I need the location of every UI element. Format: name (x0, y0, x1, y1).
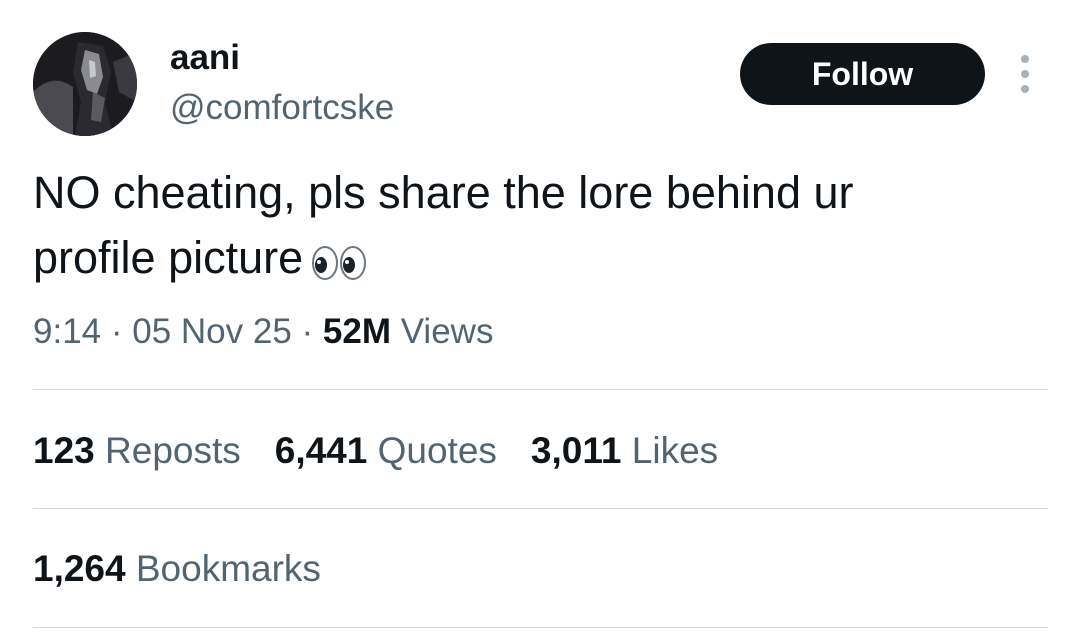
bookmarks-count: 1,264 (33, 548, 126, 589)
tweet-time[interactable]: 9:14 (33, 312, 101, 351)
bookmarks-stat[interactable]: 1,264 Bookmarks (33, 546, 321, 592)
quotes-label: Quotes (377, 430, 497, 471)
divider (33, 389, 1048, 390)
divider (33, 508, 1048, 509)
engagement-stats: 123 Reposts 6,441 Quotes 3,011 Likes (33, 428, 752, 474)
author-handle[interactable]: @comfortcske (170, 86, 394, 130)
views-count: 52M (322, 312, 391, 351)
follow-button[interactable]: Follow (740, 43, 985, 105)
likes-count: 3,011 (530, 430, 622, 471)
quotes-count: 6,441 (274, 430, 368, 471)
bookmarks-label: Bookmarks (135, 548, 321, 589)
reposts-label: Reposts (105, 430, 241, 471)
eyes-emoji-icon (312, 246, 367, 280)
likes-label: Likes (631, 430, 719, 471)
more-vertical-icon[interactable] (1012, 55, 1038, 93)
quotes-stat[interactable]: 6,441 Quotes (275, 428, 497, 474)
divider (33, 627, 1048, 628)
tweet-text: NO cheating, pls share the lore behind u… (33, 160, 1023, 290)
reposts-count: 123 (33, 430, 95, 471)
reposts-stat[interactable]: 123 Reposts (33, 428, 241, 474)
tweet-date[interactable]: 05 Nov 25 (132, 312, 292, 351)
likes-stat[interactable]: 3,011 Likes (531, 428, 718, 474)
meta-separator: · (291, 312, 323, 351)
tweet-text-content: NO cheating, pls share the lore behind u… (33, 167, 854, 283)
bookmarks-row: 1,264 Bookmarks (33, 546, 355, 592)
tweet-meta: 9:14 · 05 Nov 25 · 52M Views (33, 310, 493, 354)
meta-separator: · (101, 312, 133, 351)
avatar-image (33, 32, 137, 136)
views-label: Views (391, 312, 494, 351)
avatar[interactable] (33, 32, 137, 136)
author-display-name[interactable]: aani (170, 36, 240, 80)
